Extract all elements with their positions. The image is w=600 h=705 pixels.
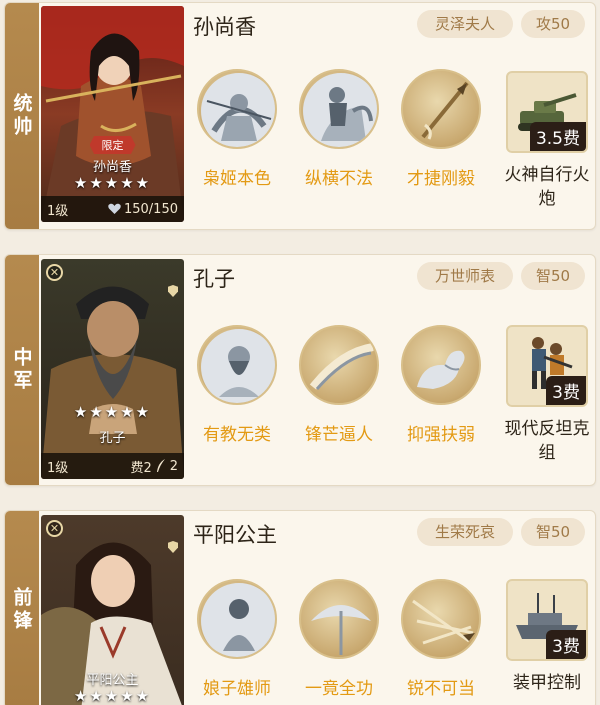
skill-3[interactable]: 锐不可当 bbox=[391, 579, 491, 699]
position-strip: 中军 bbox=[5, 255, 39, 485]
equipment-image: 3.5费 bbox=[506, 71, 588, 153]
star-rating: ★★★★★ bbox=[73, 687, 152, 705]
skill-2[interactable]: 锋芒逼人 bbox=[289, 325, 389, 445]
hp-display: 150/150 bbox=[108, 202, 178, 217]
equipment-label: 装甲控制 bbox=[513, 673, 581, 693]
cost-label: 费2 bbox=[130, 460, 152, 476]
general-portrait[interactable]: 限定 孙尚香 ★★★★★ 1级 150/150 bbox=[41, 6, 184, 222]
equipment-label: 火神自行火炮 bbox=[504, 165, 590, 209]
general-card-1[interactable]: 统帅 限定 孙尚香 ★★★★★ 1级 150/150 孙尚香 灵泽夫人 攻50 … bbox=[4, 2, 596, 230]
equipment-slot[interactable]: 3.5费 火神自行火炮 bbox=[502, 71, 592, 211]
general-portrait[interactable]: ✕ ★★★★★ 孔子 1级 费2 2 bbox=[41, 259, 184, 479]
skill-icon bbox=[401, 69, 481, 149]
skill-2[interactable]: 纵横不法 bbox=[289, 69, 389, 189]
equipment-image: 3费 bbox=[506, 325, 588, 407]
general-name: 孔子 bbox=[193, 267, 235, 291]
general-card-3[interactable]: 前锋 ✕ 平阳公主 ★★★★★ 平阳公主 生荣死哀 智50 娘子雄师 一竟全功 … bbox=[4, 510, 596, 705]
skill-1[interactable]: 有教无类 bbox=[187, 325, 287, 445]
slot-count: 2 bbox=[169, 458, 178, 474]
position-strip: 统帅 bbox=[5, 3, 39, 229]
skill-icon bbox=[401, 579, 481, 659]
title-tag: 生荣死哀 bbox=[417, 518, 513, 546]
skill-label: 纵横不法 bbox=[305, 169, 373, 189]
skill-label: 有教无类 bbox=[203, 425, 271, 445]
level-label: 1级 bbox=[47, 460, 69, 476]
skill-label: 娘子雄师 bbox=[203, 679, 271, 699]
skill-label: 枭姬本色 bbox=[203, 169, 271, 189]
hp-value: 150/150 bbox=[123, 201, 178, 217]
star-rating: ★★★★★ bbox=[73, 174, 152, 192]
skill-icon bbox=[197, 579, 277, 659]
limited-badge: 限定 bbox=[89, 136, 136, 154]
heart-icon bbox=[108, 203, 121, 214]
skill-icon bbox=[299, 325, 379, 405]
portrait-stats-bar: 1级 150/150 bbox=[41, 196, 184, 222]
skill-3[interactable]: 才捷刚毅 bbox=[391, 69, 491, 189]
skill-icon bbox=[299, 579, 379, 659]
equipment-image: 3费 bbox=[506, 579, 588, 661]
portrait-name: 平阳公主 bbox=[86, 673, 139, 688]
portrait-stats-bar: 1级 费2 2 bbox=[41, 453, 184, 479]
skill-1[interactable]: 娘子雄师 bbox=[187, 579, 287, 699]
attribute-tag: 攻50 bbox=[521, 10, 585, 38]
equipment-cost: 3费 bbox=[546, 376, 586, 405]
skill-label: 一竟全功 bbox=[305, 679, 373, 699]
skill-icon bbox=[299, 69, 379, 149]
remove-icon[interactable]: ✕ bbox=[46, 520, 63, 537]
title-tag: 万世师表 bbox=[417, 262, 513, 290]
title-tag: 灵泽夫人 bbox=[417, 10, 513, 38]
skill-3[interactable]: 抑强扶弱 bbox=[391, 325, 491, 445]
position-strip: 前锋 bbox=[5, 511, 39, 705]
position-label: 前锋 bbox=[10, 587, 33, 633]
skill-2[interactable]: 一竟全功 bbox=[289, 579, 389, 699]
portrait-art bbox=[41, 259, 184, 479]
attribute-tag: 智50 bbox=[521, 262, 585, 290]
equipment-cost: 3费 bbox=[546, 630, 586, 659]
position-label: 统帅 bbox=[10, 93, 33, 139]
skill-1[interactable]: 枭姬本色 bbox=[187, 69, 287, 189]
general-portrait[interactable]: ✕ 平阳公主 ★★★★★ bbox=[41, 515, 184, 705]
attribute-tag: 智50 bbox=[521, 518, 585, 546]
skill-icon bbox=[197, 69, 277, 149]
position-label: 中军 bbox=[10, 347, 33, 393]
portrait-name: 孔子 bbox=[99, 431, 126, 446]
equipment-label: 现代反坦克组 bbox=[504, 419, 590, 463]
equipment-slot[interactable]: 3费 装甲控制 bbox=[502, 579, 592, 695]
skill-label: 才捷刚毅 bbox=[407, 169, 475, 189]
quill-icon bbox=[156, 459, 165, 472]
skill-icon bbox=[197, 325, 277, 405]
general-name: 平阳公主 bbox=[193, 523, 277, 547]
general-card-2[interactable]: 中军 ✕ ★★★★★ 孔子 1级 费2 2 孔子 万世师表 智50 有教无类 锋… bbox=[4, 254, 596, 486]
equipment-cost: 3.5费 bbox=[529, 122, 586, 151]
star-rating: ★★★★★ bbox=[73, 403, 152, 421]
skill-label: 锋芒逼人 bbox=[305, 425, 373, 445]
skill-label: 抑强扶弱 bbox=[407, 425, 475, 445]
portrait-name: 孙尚香 bbox=[92, 160, 132, 175]
skill-label: 锐不可当 bbox=[407, 679, 475, 699]
level-label: 1级 bbox=[47, 203, 69, 219]
remove-icon[interactable]: ✕ bbox=[46, 264, 63, 281]
general-name: 孙尚香 bbox=[193, 15, 256, 39]
skill-icon bbox=[401, 325, 481, 405]
equipment-slot[interactable]: 3费 现代反坦克组 bbox=[502, 325, 592, 465]
